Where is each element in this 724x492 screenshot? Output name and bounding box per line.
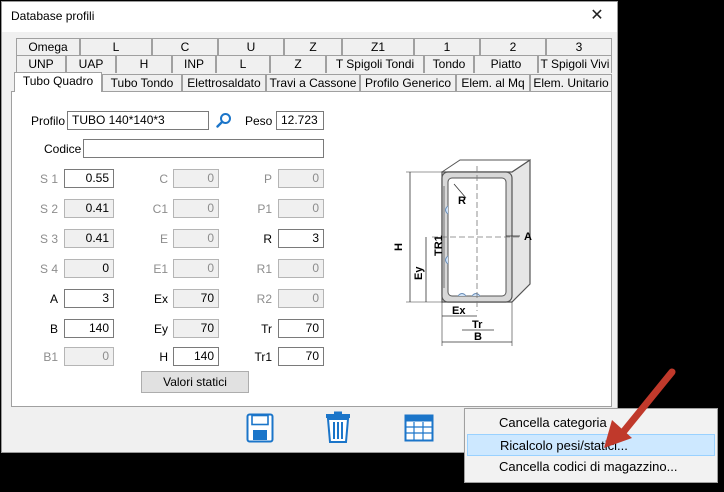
tab-3[interactable]: 3 [546,38,612,56]
e1-label: E1 [153,262,168,276]
trash-icon[interactable] [324,411,352,443]
p-label: P [263,172,272,186]
r2-label: R2 [256,292,272,306]
a-label: A [49,292,58,306]
tr1-field[interactable]: 70 [278,347,324,366]
a-field[interactable]: 3 [64,289,114,308]
tab-elettrosaldato[interactable]: Elettrosaldato [182,74,266,92]
title-bar: Database profili ✕ [2,2,617,32]
b-field[interactable]: 140 [64,319,114,338]
p-field[interactable]: 0 [278,169,324,188]
tab-l[interactable]: L [80,38,152,56]
search-icon[interactable] [216,112,232,129]
tab-1[interactable]: 1 [414,38,480,56]
s3-field[interactable]: 0.41 [64,229,114,248]
tr-field[interactable]: 70 [278,319,324,338]
tab-tubo-quadro[interactable]: Tubo Quadro [14,72,102,92]
profilo-label: Profilo [31,114,66,128]
r2-field[interactable]: 0 [278,289,324,308]
b-label: B [49,322,58,336]
peso-field[interactable]: 12.723 [276,111,324,130]
e-field[interactable]: 0 [173,229,219,248]
s4-label: S 4 [39,262,58,276]
c-label: C [159,172,168,186]
tab-h[interactable]: H [116,55,172,73]
menu-item-cancella-categoria[interactable]: Cancella categoria [467,412,715,434]
tab-t-spigoli-tondi[interactable]: T Spigoli Tondi [326,55,424,73]
diagram-label-tr1: TR1 [433,235,445,256]
s1-label: S 1 [39,172,58,186]
peso-label: Peso [245,114,273,128]
r1-field[interactable]: 0 [278,259,324,278]
ex-label: Ex [153,292,168,306]
diagram-label-tr: Tr [472,319,483,331]
tab-unp[interactable]: UNP [16,55,66,73]
ey-field[interactable]: 70 [173,319,219,338]
tab-inp[interactable]: INP [172,55,216,73]
valori-statici-button[interactable]: Valori statici [141,371,249,393]
diagram-label-ex: Ex [452,305,466,317]
tab-u[interactable]: U [218,38,284,56]
tab-l2[interactable]: L [216,55,270,73]
s1-field[interactable]: 0.55 [64,169,114,188]
diagram-label-a: A [524,231,532,243]
database-profili-window: Database profili ✕ Omega L C U Z Z1 1 2 … [1,1,618,453]
p1-field[interactable]: 0 [278,199,324,218]
tab-2[interactable]: 2 [480,38,546,56]
codice-field[interactable] [83,139,324,158]
tab-z[interactable]: Z [284,38,342,56]
p1-label: P1 [257,202,272,216]
diagram-label-b: B [474,331,482,343]
ex-field[interactable]: 70 [173,289,219,308]
table-icon[interactable] [404,414,434,442]
tr-label: Tr [261,322,272,336]
tab-elem-al-mq[interactable]: Elem. al Mq [456,74,530,92]
tab-panel-tubo-quadro: Profilo TUBO 140*140*3 Peso 12.723 Codic… [11,91,612,407]
codice-label: Codice [44,142,82,156]
tab-z2[interactable]: Z [270,55,326,73]
tab-z1[interactable]: Z1 [342,38,414,56]
menu-item-cancella-codici-magazzino[interactable]: Cancella codici di magazzino... [467,456,715,478]
tab-elem-unitario[interactable]: Elem. Unitario [530,74,612,92]
tab-travi-a-cassone[interactable]: Travi a Cassone [266,74,360,92]
window-title: Database profili [11,9,95,23]
r-label: R [263,232,272,246]
tab-tubo-tondo[interactable]: Tubo Tondo [102,74,182,92]
context-menu: Cancella categoria Ricalcolo pesi/static… [464,408,718,483]
c1-label: C1 [152,202,168,216]
h-field[interactable]: 140 [173,347,219,366]
menu-item-ricalcolo-pesi-statici[interactable]: Ricalcolo pesi/statici... [467,434,715,456]
s3-label: S 3 [39,232,58,246]
s2-label: S 2 [39,202,58,216]
diagram-label-h: H [393,243,405,251]
tr1-label: Tr1 [254,350,272,364]
s4-field[interactable]: 0 [64,259,114,278]
tab-tondo[interactable]: Tondo [424,55,474,73]
b1-label: B1 [43,350,58,364]
b1-field[interactable]: 0 [64,347,114,366]
diagram-label-r: R [458,195,466,207]
e-label: E [159,232,168,246]
tab-uap[interactable]: UAP [66,55,116,73]
diagram-label-ey: Ey [413,266,425,280]
h-label: H [159,350,168,364]
close-icon[interactable]: ✕ [587,6,607,26]
tab-t-spigoli-vivi[interactable]: T Spigoli Vivi [538,55,612,73]
tube-section-diagram: H Ey TR1 R A Ex Tr B [393,158,532,346]
tab-piatto[interactable]: Piatto [474,55,538,73]
ey-label: Ey [153,322,168,336]
e1-field[interactable]: 0 [173,259,219,278]
tab-c[interactable]: C [152,38,218,56]
c-field[interactable]: 0 [173,169,219,188]
profilo-field[interactable]: TUBO 140*140*3 [67,111,209,130]
tab-profilo-generico[interactable]: Profilo Generico [360,74,456,92]
r-field[interactable]: 3 [278,229,324,248]
s2-field[interactable]: 0.41 [64,199,114,218]
r1-label: R1 [256,262,272,276]
tab-omega[interactable]: Omega [16,38,80,56]
save-icon[interactable] [246,413,274,443]
c1-field[interactable]: 0 [173,199,219,218]
